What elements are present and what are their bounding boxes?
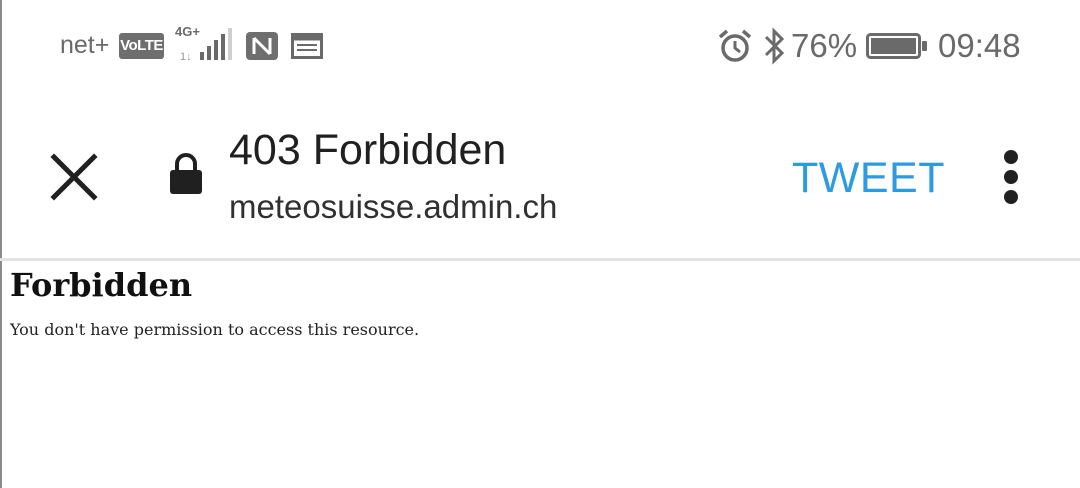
page-content: Forbidden You don't have permission to a… — [10, 266, 419, 339]
more-vert-icon — [1004, 150, 1018, 164]
clock: 09:48 — [938, 27, 1021, 64]
toolbar-divider — [0, 258, 1080, 261]
bluetooth-icon — [764, 27, 785, 65]
battery-percent: 76% — [791, 27, 858, 64]
page-domain: meteosuisse.admin.ch — [229, 188, 558, 225]
close-icon — [50, 153, 98, 201]
close-button[interactable] — [44, 148, 104, 208]
lock-icon — [170, 153, 202, 194]
carrier-label: net+ — [60, 31, 110, 59]
svg-text:1↓: 1↓ — [180, 51, 192, 62]
volte-badge: VoLTE — [119, 33, 164, 59]
battery-icon — [866, 33, 927, 59]
more-options-button[interactable] — [996, 150, 1026, 204]
calendar-icon — [291, 33, 323, 59]
nfc-icon — [246, 32, 278, 60]
signal-icon: 1↓ — [180, 28, 232, 62]
tweet-button[interactable]: TWEET — [792, 154, 945, 203]
page-title: 403 Forbidden — [229, 126, 507, 174]
error-heading: Forbidden — [10, 266, 193, 304]
error-message: You don't have permission to access this… — [10, 320, 420, 339]
custom-tab-toolbar: 403 Forbidden meteosuisse.admin.ch TWEET — [0, 92, 1080, 258]
status-bar: net+ VoLTE 4G+ 1↓ 76% 09:48 — [0, 0, 1080, 92]
alarm-icon — [718, 29, 752, 62]
